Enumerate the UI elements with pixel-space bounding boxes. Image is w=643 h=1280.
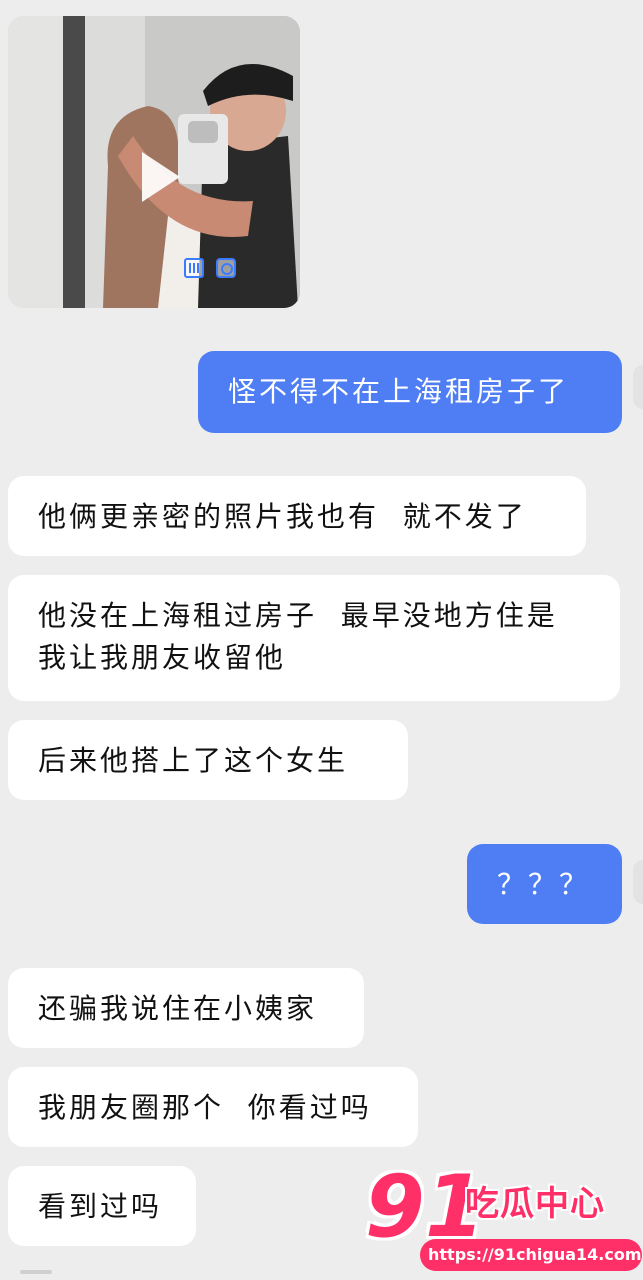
watermark-name: 吃瓜中心 — [465, 1184, 605, 1224]
home-indicator — [20, 1270, 52, 1274]
play-icon[interactable] — [142, 152, 180, 202]
message-bubble-incoming[interactable]: 他俩更亲密的照片我也有 就不发了 — [8, 476, 586, 556]
live-photo-icon — [184, 258, 204, 278]
message-bubble-incoming[interactable]: 后来他搭上了这个女生 — [8, 720, 408, 800]
message-bubble-incoming[interactable]: 他没在上海租过房子 最早没地方住是 我让我朋友收留他 — [8, 575, 620, 701]
watermark-url: https://91chigua14.com — [420, 1239, 642, 1271]
message-bubble-incoming[interactable]: 我朋友圈那个 你看过吗 — [8, 1067, 418, 1147]
image-message[interactable] — [8, 16, 300, 308]
timer-icon — [216, 258, 236, 278]
avatar[interactable] — [633, 860, 643, 904]
message-bubble-incoming[interactable]: 看到过吗 — [8, 1166, 196, 1246]
site-watermark: 91 吃瓜中心 https://91chigua14.com — [365, 1162, 642, 1275]
avatar[interactable] — [633, 365, 643, 409]
chat-thread: 怪不得不在上海租房子了 他俩更亲密的照片我也有 就不发了 他没在上海租过房子 最… — [0, 0, 643, 1280]
message-bubble-outgoing[interactable]: 怪不得不在上海租房子了 — [198, 351, 622, 433]
message-bubble-incoming[interactable]: 还骗我说住在小姨家 — [8, 968, 364, 1048]
message-bubble-outgoing[interactable]: ？？？ — [467, 844, 622, 924]
